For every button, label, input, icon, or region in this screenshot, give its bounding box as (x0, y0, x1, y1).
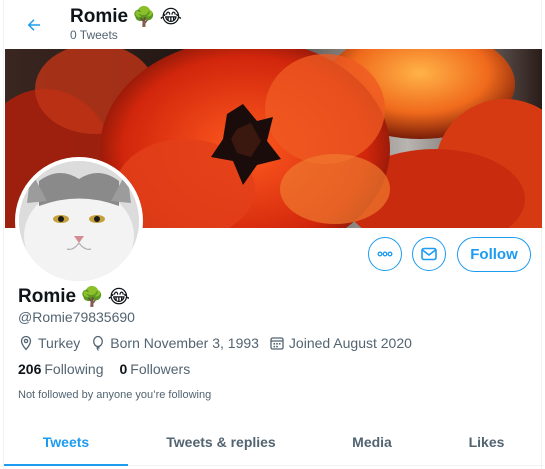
more-dots-icon (377, 251, 393, 257)
laughing-emoji: 😂 (107, 286, 130, 308)
birthday-text: Born November 3, 1993 (110, 335, 259, 351)
followers-label: Followers (130, 361, 191, 377)
birthday-item: Born November 3, 1993 (90, 335, 259, 351)
tab-media[interactable]: Media (314, 417, 430, 466)
followers-link[interactable]: 0 Followers (120, 361, 191, 377)
more-options-button[interactable] (368, 237, 402, 271)
following-link[interactable]: 206 Following (18, 361, 104, 377)
header-title: Romie 🌳 😂 (70, 5, 182, 29)
tree-emoji: 🌳 (132, 7, 156, 28)
avatar[interactable] (15, 157, 143, 285)
profile-meta: Turkey Born November 3, 1993 Joined Augu… (18, 335, 422, 351)
profile-frame: Romie 🌳 😂 0 Tweets Follow Romie 🌳 😂 @Rom… (3, 0, 543, 469)
profile-handle: @Romie79835690 (18, 309, 135, 325)
calendar-icon (270, 337, 284, 350)
header-name: Romie (70, 6, 129, 27)
header-tweet-count: 0 Tweets (70, 28, 118, 42)
cat-avatar-image (19, 161, 139, 281)
profile-tabs: Tweets Tweets & replies Media Likes (4, 417, 543, 466)
tab-label: Media (352, 433, 392, 450)
follow-button[interactable]: Follow (457, 237, 531, 272)
tab-label: Tweets (42, 433, 90, 450)
balloon-icon (93, 335, 104, 351)
profile-name: Romie 🌳 😂 (18, 285, 130, 309)
laughing-emoji: 😂 (159, 6, 182, 28)
profile-name-text: Romie (18, 286, 77, 307)
location-text: Turkey (38, 335, 81, 351)
joined-text: Joined August 2020 (288, 335, 412, 351)
following-label: Following (44, 361, 104, 377)
following-count: 206 (18, 361, 42, 377)
arrow-left-icon (27, 19, 40, 31)
location-item: Turkey (18, 335, 80, 351)
message-button[interactable] (412, 237, 446, 271)
profile-header-bar: Romie 🌳 😂 0 Tweets (4, 0, 543, 48)
back-button[interactable] (19, 10, 49, 40)
joined-item: Joined August 2020 (269, 335, 412, 351)
tree-emoji: 🌳 (80, 287, 104, 308)
mail-icon (421, 247, 437, 261)
follow-counts: 206 Following 0 Followers (18, 361, 206, 377)
tab-tweets-and-replies[interactable]: Tweets & replies (128, 417, 314, 466)
location-pin-icon (20, 335, 32, 351)
tab-likes[interactable]: Likes (430, 417, 543, 466)
not-followed-note: Not followed by anyone you’re following (18, 389, 212, 401)
followers-count: 0 (119, 361, 128, 377)
tab-tweets[interactable]: Tweets (4, 417, 128, 466)
tab-label: Likes (468, 433, 505, 450)
tab-label: Tweets & replies (166, 433, 276, 450)
